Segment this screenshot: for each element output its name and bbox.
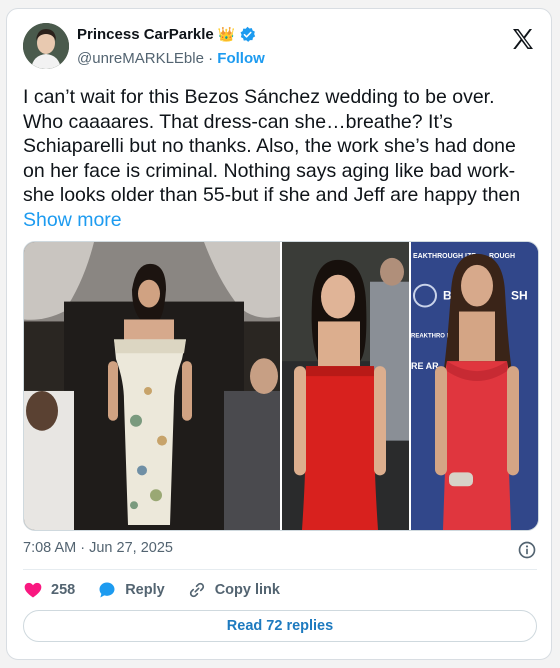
author-handle[interactable]: @unreMARKLEble	[77, 50, 204, 67]
tweet-time[interactable]: 7:08 AM	[23, 540, 76, 556]
info-icon[interactable]	[517, 540, 537, 560]
follow-button[interactable]: Follow	[217, 50, 265, 67]
copy-link-label: Copy link	[214, 582, 280, 598]
author-display-name[interactable]: Princess CarParkle	[77, 26, 214, 43]
tweet-text: I can’t wait for this Bezos Sánchez wedd…	[23, 85, 537, 232]
reply-label: Reply	[125, 582, 165, 598]
divider	[23, 569, 537, 570]
media-photo-1[interactable]	[24, 242, 280, 530]
time-separator: ·	[80, 540, 86, 556]
read-replies-button[interactable]: Read 72 replies	[23, 610, 537, 642]
author-name-row: Princess CarParkle 👑	[77, 26, 256, 43]
reply-button[interactable]: Reply	[97, 580, 165, 600]
crown-emoji: 👑	[217, 26, 236, 42]
handle-separator: ·	[208, 50, 214, 67]
tweet-card: Princess CarParkle 👑 @unreMARKLEble · Fo…	[6, 8, 552, 660]
media-banner-text-6: RE AR	[411, 361, 439, 371]
tweet-meta: 7:08 AM · Jun 27, 2025	[23, 540, 537, 560]
heart-icon	[24, 582, 42, 598]
verified-badge-icon	[240, 26, 256, 42]
reply-bubble-icon	[99, 582, 115, 598]
show-more-link[interactable]: Show more	[23, 209, 122, 231]
tweet-body: I can’t wait for this Bezos Sánchez wedd…	[23, 86, 521, 206]
media-banner-text-4: SH	[511, 289, 528, 303]
avatar-image	[23, 23, 69, 69]
avatar[interactable]	[23, 23, 69, 69]
tweet-date[interactable]: Jun 27, 2025	[89, 540, 173, 556]
media-banner-text-2: ROUGH	[489, 253, 515, 260]
link-icon	[189, 582, 204, 598]
media-photo-3[interactable]: EAKTHROUGH IZE ROUGH B P SH REAKTHRO IZE…	[411, 242, 538, 530]
copy-link-button[interactable]: Copy link	[187, 580, 280, 600]
tweet-media[interactable]: EAKTHROUGH IZE ROUGH B P SH REAKTHRO IZE…	[23, 241, 539, 531]
action-bar: 258 Reply Copy link	[23, 579, 302, 601]
like-count: 258	[51, 582, 76, 598]
author-handle-row: @unreMARKLEble · Follow	[77, 50, 265, 67]
like-button[interactable]: 258	[23, 580, 75, 600]
x-logo-icon[interactable]	[511, 27, 535, 51]
media-photo-2[interactable]	[282, 242, 409, 530]
